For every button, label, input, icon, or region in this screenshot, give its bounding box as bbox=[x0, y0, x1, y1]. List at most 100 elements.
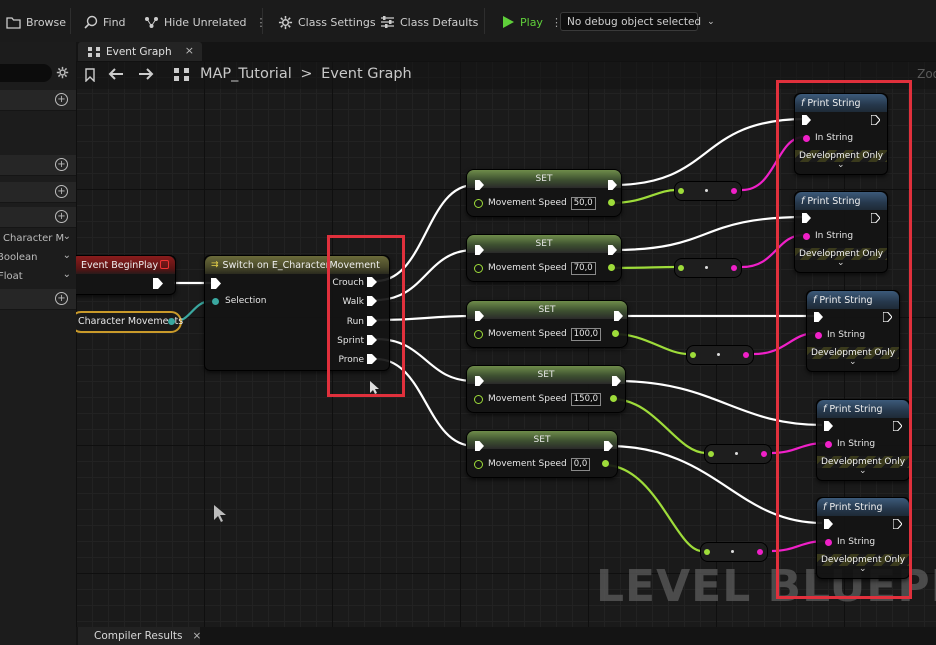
value-input[interactable]: 100,0 bbox=[570, 328, 602, 341]
breadcrumb-graph[interactable]: Event Graph bbox=[321, 66, 412, 82]
exec-out-pin-icon[interactable] bbox=[153, 278, 163, 289]
variable-row[interactable]: Character M ⌄ bbox=[0, 232, 76, 250]
float-to-string-conversion-node[interactable] bbox=[704, 444, 772, 464]
pin-label: Movement Speed bbox=[488, 198, 567, 208]
debug-object-dropdown[interactable]: No debug object selected ⌄ bbox=[560, 12, 715, 31]
chevron-down-icon[interactable]: ⌄ bbox=[63, 232, 71, 242]
exec-in-pin-icon[interactable] bbox=[475, 245, 484, 255]
enum-pin-icon[interactable] bbox=[168, 318, 175, 325]
class-defaults-label: Class Defaults bbox=[400, 15, 479, 29]
search-icon bbox=[84, 15, 98, 29]
chevron-down-icon[interactable]: ⌄ bbox=[63, 270, 71, 280]
float-pin-icon[interactable] bbox=[474, 330, 483, 339]
chevron-down-icon[interactable]: ⌄ bbox=[63, 251, 71, 261]
main-toolbar: Browse Find Hide Unrelated ⋮ Class Setti… bbox=[0, 0, 936, 43]
float-wire bbox=[611, 397, 707, 455]
float-out-pin-icon[interactable] bbox=[608, 264, 615, 271]
float-wire bbox=[603, 463, 703, 553]
node-header: SET bbox=[467, 235, 621, 253]
float-out-pin-icon[interactable] bbox=[608, 199, 615, 206]
panel-search-input[interactable] bbox=[0, 64, 52, 82]
node-header: SET bbox=[467, 366, 625, 384]
set-node[interactable]: SET Movement Speed 50,0 bbox=[466, 169, 622, 217]
set-node[interactable]: SET Movement Speed 150,0 bbox=[466, 365, 626, 413]
value-input[interactable]: 150,0 bbox=[570, 393, 602, 406]
variable-row[interactable]: Boolean ⌄ bbox=[0, 251, 76, 269]
class-settings-button[interactable]: Class Settings bbox=[278, 13, 376, 31]
close-icon[interactable]: × bbox=[193, 630, 202, 642]
enum-pin-icon[interactable] bbox=[212, 298, 219, 305]
forward-arrow-icon[interactable] bbox=[138, 68, 154, 80]
exec-out-pin-icon[interactable] bbox=[608, 245, 617, 255]
toolbar-divider bbox=[484, 8, 485, 34]
exec-out-pin-icon[interactable] bbox=[614, 311, 623, 321]
hide-unrelated-button[interactable]: Hide Unrelated ⋮ bbox=[144, 13, 267, 31]
close-icon[interactable]: × bbox=[185, 44, 194, 57]
exec-in-pin-icon[interactable] bbox=[475, 376, 484, 386]
variable-row[interactable]: Float ⌄ bbox=[0, 270, 76, 288]
event-beginplay-node[interactable]: Event BeginPlay bbox=[76, 255, 176, 295]
exec-in-pin-icon[interactable] bbox=[475, 180, 484, 190]
exec-out-pin-icon[interactable] bbox=[604, 441, 613, 451]
float-to-string-conversion-node[interactable] bbox=[674, 258, 742, 278]
tab-event-graph[interactable]: Event Graph × bbox=[78, 42, 202, 61]
section-dispatchers-header[interactable]: + bbox=[0, 289, 76, 310]
set-node[interactable]: SET Movement Speed 100,0 bbox=[466, 300, 628, 348]
section-macros-header[interactable]: + bbox=[0, 155, 76, 176]
exec-out-pin-icon[interactable] bbox=[608, 180, 617, 190]
set-node[interactable]: SET Movement Speed 0,0 bbox=[466, 430, 618, 478]
add-icon[interactable]: + bbox=[55, 185, 68, 198]
highlight-box-print-strings bbox=[776, 80, 912, 599]
float-pin-icon[interactable] bbox=[474, 199, 483, 208]
settings-gear-icon[interactable] bbox=[56, 66, 69, 82]
float-to-string-conversion-node[interactable] bbox=[686, 345, 754, 365]
section-variables-header[interactable]: + bbox=[0, 207, 76, 228]
play-icon bbox=[503, 16, 514, 28]
float-out-pin-icon[interactable] bbox=[610, 395, 617, 402]
document-tab-strip: Event Graph × bbox=[76, 42, 936, 61]
folder-icon bbox=[6, 16, 21, 29]
set-node[interactable]: SET Movement Speed 70,0 bbox=[466, 234, 622, 282]
debug-object-value: No debug object selected bbox=[567, 15, 702, 28]
browse-button[interactable]: Browse bbox=[6, 13, 66, 31]
highlight-box-switch-outputs bbox=[327, 235, 405, 397]
float-to-string-conversion-node[interactable] bbox=[700, 542, 768, 562]
exec-in-pin-icon[interactable] bbox=[211, 278, 221, 289]
variable-type-label: Float bbox=[0, 271, 23, 282]
class-defaults-button[interactable]: Class Defaults bbox=[380, 13, 478, 31]
value-input[interactable]: 70,0 bbox=[570, 262, 596, 275]
exec-in-pin-icon[interactable] bbox=[475, 311, 484, 321]
find-button[interactable]: Find bbox=[84, 13, 126, 31]
float-pin-icon[interactable] bbox=[474, 264, 483, 273]
section-functions-header[interactable]: + bbox=[0, 182, 76, 203]
delegate-pin-icon[interactable] bbox=[160, 260, 169, 269]
tab-compiler-results[interactable]: Compiler Results × bbox=[78, 627, 202, 645]
breadcrumb-map[interactable]: MAP_Tutorial bbox=[200, 66, 292, 82]
movement-speed-pin: Movement Speed 150,0 bbox=[488, 393, 602, 406]
exec-in-pin-icon[interactable] bbox=[475, 441, 484, 451]
float-out-pin-icon[interactable] bbox=[612, 330, 619, 337]
event-graph-canvas[interactable]: MAP_Tutorial > Event Graph Zoo LEVEL BLU… bbox=[76, 61, 936, 627]
bookmark-icon[interactable] bbox=[84, 68, 96, 82]
section-graphs-header[interactable]: + bbox=[0, 90, 76, 111]
float-pin-icon[interactable] bbox=[474, 460, 483, 469]
float-to-string-conversion-node[interactable] bbox=[674, 181, 742, 201]
float-pin-icon[interactable] bbox=[474, 395, 483, 404]
back-arrow-icon[interactable] bbox=[108, 68, 124, 80]
variable-type-label: Boolean bbox=[0, 252, 38, 263]
character-movements-variable-node[interactable]: Character Movements bbox=[76, 311, 183, 333]
add-icon[interactable]: + bbox=[55, 210, 68, 223]
movement-speed-pin: Movement Speed 0,0 bbox=[488, 458, 591, 471]
add-icon[interactable]: + bbox=[55, 158, 68, 171]
value-input[interactable]: 50,0 bbox=[570, 197, 596, 210]
exec-out-pin-icon[interactable] bbox=[612, 376, 621, 386]
hide-unrelated-icon bbox=[145, 16, 158, 28]
graph-icon bbox=[88, 46, 100, 57]
float-out-pin-icon[interactable] bbox=[602, 460, 609, 467]
node-title: SET bbox=[538, 305, 556, 315]
zoom-label: Zoo bbox=[917, 67, 936, 81]
play-button[interactable]: Play ⋮ bbox=[502, 13, 562, 31]
add-icon[interactable]: + bbox=[55, 93, 68, 106]
add-icon[interactable]: + bbox=[55, 292, 68, 305]
value-input[interactable]: 0,0 bbox=[570, 458, 591, 471]
